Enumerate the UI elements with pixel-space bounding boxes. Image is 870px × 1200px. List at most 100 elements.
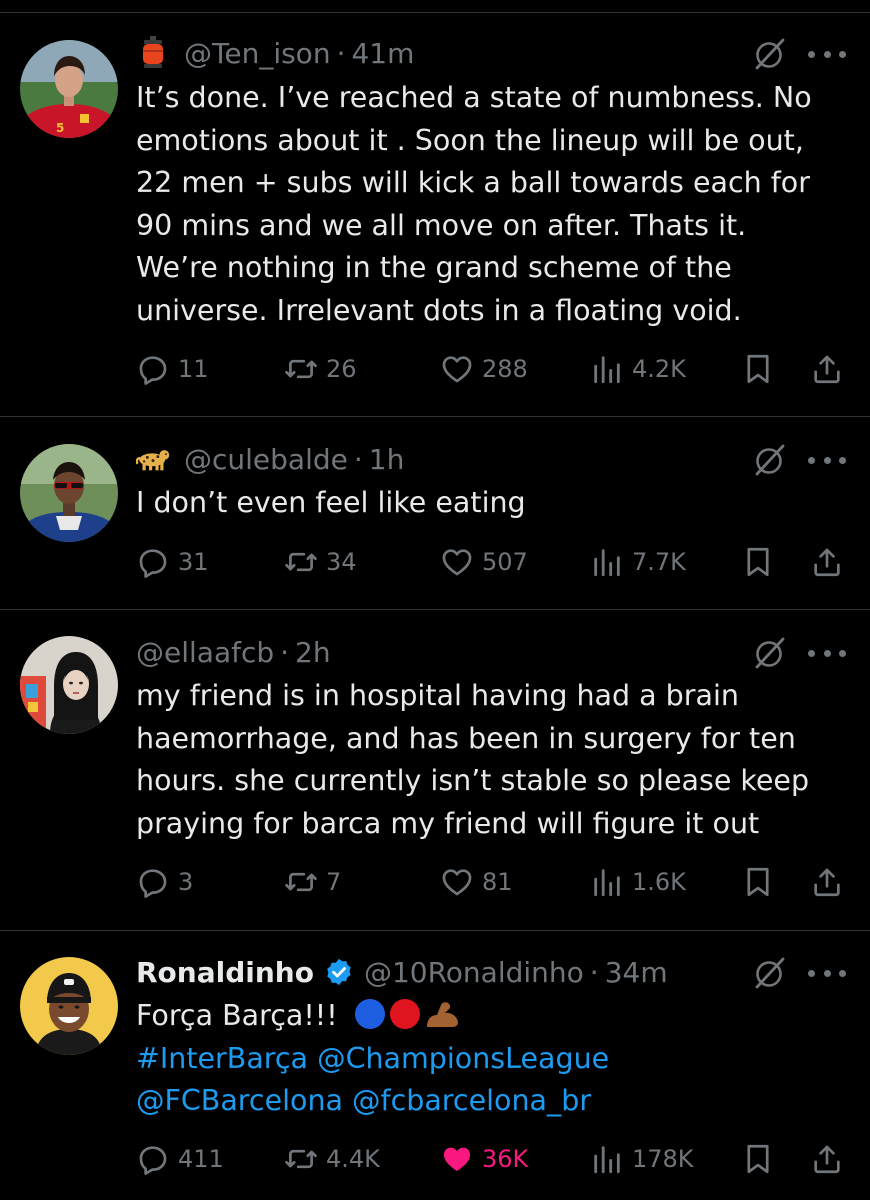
avatar[interactable]: 5 — [20, 40, 118, 138]
leopard-emoji — [136, 442, 170, 476]
repost-icon — [284, 352, 318, 386]
reply-icon — [136, 865, 170, 899]
display-name[interactable]: Ronaldinho — [136, 956, 314, 989]
reply-icon — [136, 352, 170, 386]
repost-button[interactable]: 34 — [284, 542, 357, 582]
avatar[interactable] — [20, 957, 118, 1055]
text-line: hours. she currently isn’t stable so ple… — [136, 764, 810, 797]
view-count: 4.2K — [632, 355, 686, 383]
text-line: universe. Irrelevant dots in a floating … — [136, 293, 742, 327]
grok-icon[interactable] — [752, 635, 788, 671]
more-options-icon[interactable] — [808, 635, 846, 671]
bookmark-icon[interactable] — [741, 544, 775, 580]
tweet[interactable]: @ellaafcb · 2h my friend is in hospital … — [0, 610, 870, 930]
separator-dot: · — [280, 635, 290, 669]
more-options-icon[interactable] — [808, 955, 846, 991]
text-line: 90 mins and we all move on after. Thats … — [136, 208, 747, 242]
blue-circle-emoji — [354, 999, 385, 1029]
text-line: my friend is in hospital having had a br… — [136, 679, 739, 712]
repost-button[interactable]: 4.4K — [284, 1139, 380, 1179]
share-icon[interactable] — [810, 544, 844, 580]
user-handle[interactable]: @Ten_ison — [184, 37, 331, 70]
text-line: praying for barca my friend will figure … — [136, 806, 760, 840]
repost-count: 4.4K — [326, 1145, 380, 1173]
view-count: 1.6K — [632, 868, 686, 896]
action-bar: 11 26 288 4.2K — [136, 349, 856, 389]
reply-button[interactable]: 11 — [136, 349, 209, 389]
heart-icon — [440, 865, 474, 899]
tweet-text: my friend is in hospital having had a br… — [136, 675, 856, 845]
timestamp[interactable]: 1h — [369, 443, 405, 476]
avatar[interactable] — [20, 444, 118, 542]
tweet-header: @ellaafcb · 2h — [136, 634, 331, 670]
text-line: We’re nothing in the grand scheme of the — [136, 251, 732, 284]
tweet-text: It’s done. I’ve reached a state of numbn… — [136, 77, 856, 332]
text-line: haemorrhage, and has been in surgery for… — [136, 721, 796, 755]
more-options-icon[interactable] — [808, 442, 846, 478]
grok-icon[interactable] — [752, 955, 788, 991]
reply-count: 31 — [178, 548, 209, 576]
views-button[interactable]: 7.7K — [590, 542, 686, 582]
hashtag-mention-line[interactable]: #InterBarça @ChampionsLeague — [136, 1038, 856, 1081]
repost-icon — [284, 545, 318, 579]
reply-button[interactable]: 411 — [136, 1139, 224, 1179]
text-line: emotions about it . Soon the lineup will… — [136, 123, 804, 157]
repost-count: 26 — [326, 355, 357, 383]
tweet[interactable]: @culebalde · 1h I don’t even feel like e… — [0, 417, 870, 609]
user-handle[interactable]: @culebalde — [184, 443, 348, 476]
flexed-biceps-emoji — [426, 1002, 458, 1027]
repost-button[interactable]: 26 — [284, 349, 357, 389]
repost-icon — [284, 865, 318, 899]
more-options-icon[interactable] — [808, 36, 846, 72]
tweet[interactable]: Ronaldinho @10Ronaldinho · 34m Força Bar… — [0, 931, 870, 1200]
grok-icon[interactable] — [752, 36, 788, 72]
timestamp[interactable]: 34m — [605, 956, 668, 989]
reply-icon — [136, 545, 170, 579]
reply-button[interactable]: 3 — [136, 862, 193, 902]
like-button[interactable]: 507 — [440, 542, 528, 582]
share-icon[interactable] — [810, 1141, 844, 1177]
action-bar: 31 34 507 7.7K — [136, 542, 856, 582]
repost-count: 34 — [326, 548, 357, 576]
like-count: 81 — [482, 868, 513, 896]
views-button[interactable]: 1.6K — [590, 862, 686, 902]
reply-count: 3 — [178, 868, 194, 896]
tweet-header: Ronaldinho @10Ronaldinho · 34m — [136, 954, 668, 990]
tweet-text: I don’t even feel like eating — [136, 482, 856, 525]
reply-button[interactable]: 31 — [136, 542, 209, 582]
bookmark-icon[interactable] — [741, 864, 775, 900]
mention-line[interactable]: @FCBarcelona @fcbarcelona_br — [136, 1080, 856, 1123]
user-handle[interactable]: @ellaafcb — [136, 636, 274, 669]
avatar[interactable] — [20, 636, 118, 734]
grok-icon[interactable] — [752, 442, 788, 478]
separator-dot: · — [353, 442, 363, 476]
bookmark-icon[interactable] — [741, 1141, 775, 1177]
view-count: 178K — [632, 1145, 694, 1173]
timestamp[interactable]: 2h — [295, 636, 331, 669]
views-icon — [590, 352, 624, 386]
like-button[interactable]: 36K — [440, 1139, 528, 1179]
verified-badge-icon[interactable] — [324, 957, 354, 987]
heart-icon — [440, 352, 474, 386]
share-icon[interactable] — [810, 351, 844, 387]
like-count: 507 — [482, 548, 528, 576]
text-line: 22 men + subs will kick a ball towards e… — [136, 166, 810, 199]
repost-button[interactable]: 7 — [284, 862, 341, 902]
views-button[interactable]: 178K — [590, 1139, 694, 1179]
heart-filled-icon — [440, 1142, 474, 1176]
share-icon[interactable] — [810, 864, 844, 900]
lantern-emoji — [136, 36, 170, 70]
like-button[interactable]: 288 — [440, 349, 528, 389]
bookmark-icon[interactable] — [741, 351, 775, 387]
views-button[interactable]: 4.2K — [590, 349, 686, 389]
repost-count: 7 — [326, 868, 342, 896]
separator-dot: · — [589, 955, 599, 989]
tweet[interactable]: 5 @Ten_ison · 41m It’s done. I’ve reache… — [0, 0, 870, 416]
text-line: I don’t even feel like eating — [136, 486, 526, 519]
tweet-text: Força Barça!!! #InterBarça @ChampionsLea… — [136, 995, 856, 1123]
timestamp[interactable]: 41m — [351, 37, 414, 70]
like-button[interactable]: 81 — [440, 862, 513, 902]
user-handle[interactable]: @10Ronaldinho — [364, 956, 584, 989]
action-bar: 3 7 81 1.6K — [136, 862, 856, 902]
views-icon — [590, 1142, 624, 1176]
